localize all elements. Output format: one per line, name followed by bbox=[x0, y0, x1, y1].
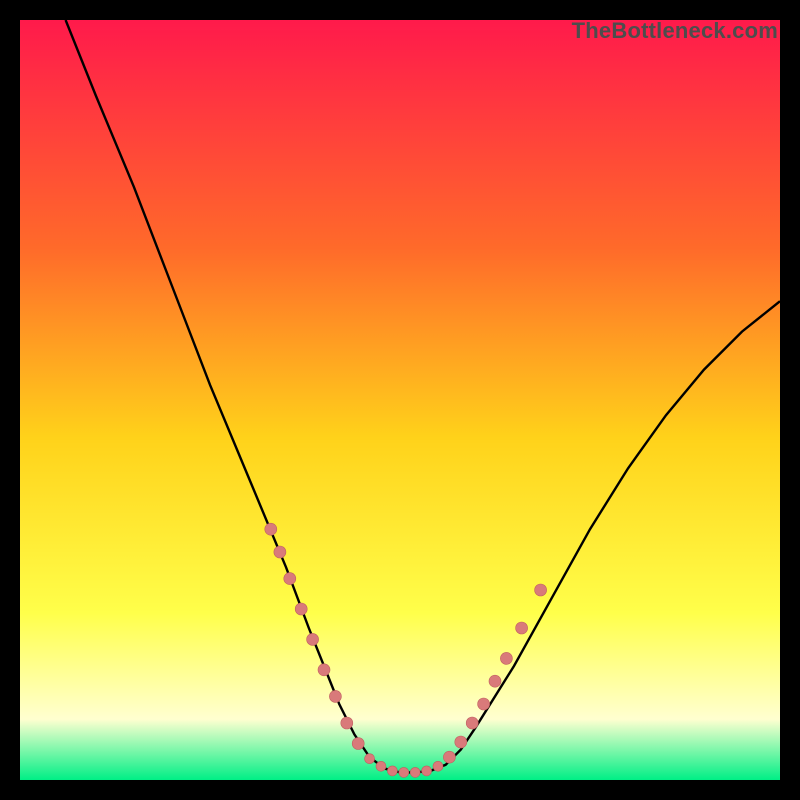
data-marker bbox=[489, 675, 501, 687]
data-marker bbox=[455, 736, 467, 748]
data-marker bbox=[295, 603, 307, 615]
gradient-background bbox=[20, 20, 780, 780]
data-marker bbox=[433, 761, 443, 771]
data-marker bbox=[318, 664, 330, 676]
data-marker bbox=[352, 738, 364, 750]
data-marker bbox=[410, 767, 420, 777]
data-marker bbox=[274, 546, 286, 558]
data-marker bbox=[365, 754, 375, 764]
bottleneck-chart bbox=[20, 20, 780, 780]
data-marker bbox=[443, 751, 455, 763]
watermark-text: TheBottleneck.com bbox=[572, 18, 778, 44]
data-marker bbox=[265, 523, 277, 535]
data-marker bbox=[376, 761, 386, 771]
data-marker bbox=[478, 698, 490, 710]
data-marker bbox=[284, 573, 296, 585]
chart-frame: TheBottleneck.com bbox=[20, 20, 780, 780]
data-marker bbox=[516, 622, 528, 634]
data-marker bbox=[422, 766, 432, 776]
data-marker bbox=[500, 652, 512, 664]
data-marker bbox=[307, 633, 319, 645]
data-marker bbox=[466, 717, 478, 729]
data-marker bbox=[329, 690, 341, 702]
data-marker bbox=[535, 584, 547, 596]
data-marker bbox=[399, 767, 409, 777]
data-marker bbox=[387, 766, 397, 776]
data-marker bbox=[341, 717, 353, 729]
